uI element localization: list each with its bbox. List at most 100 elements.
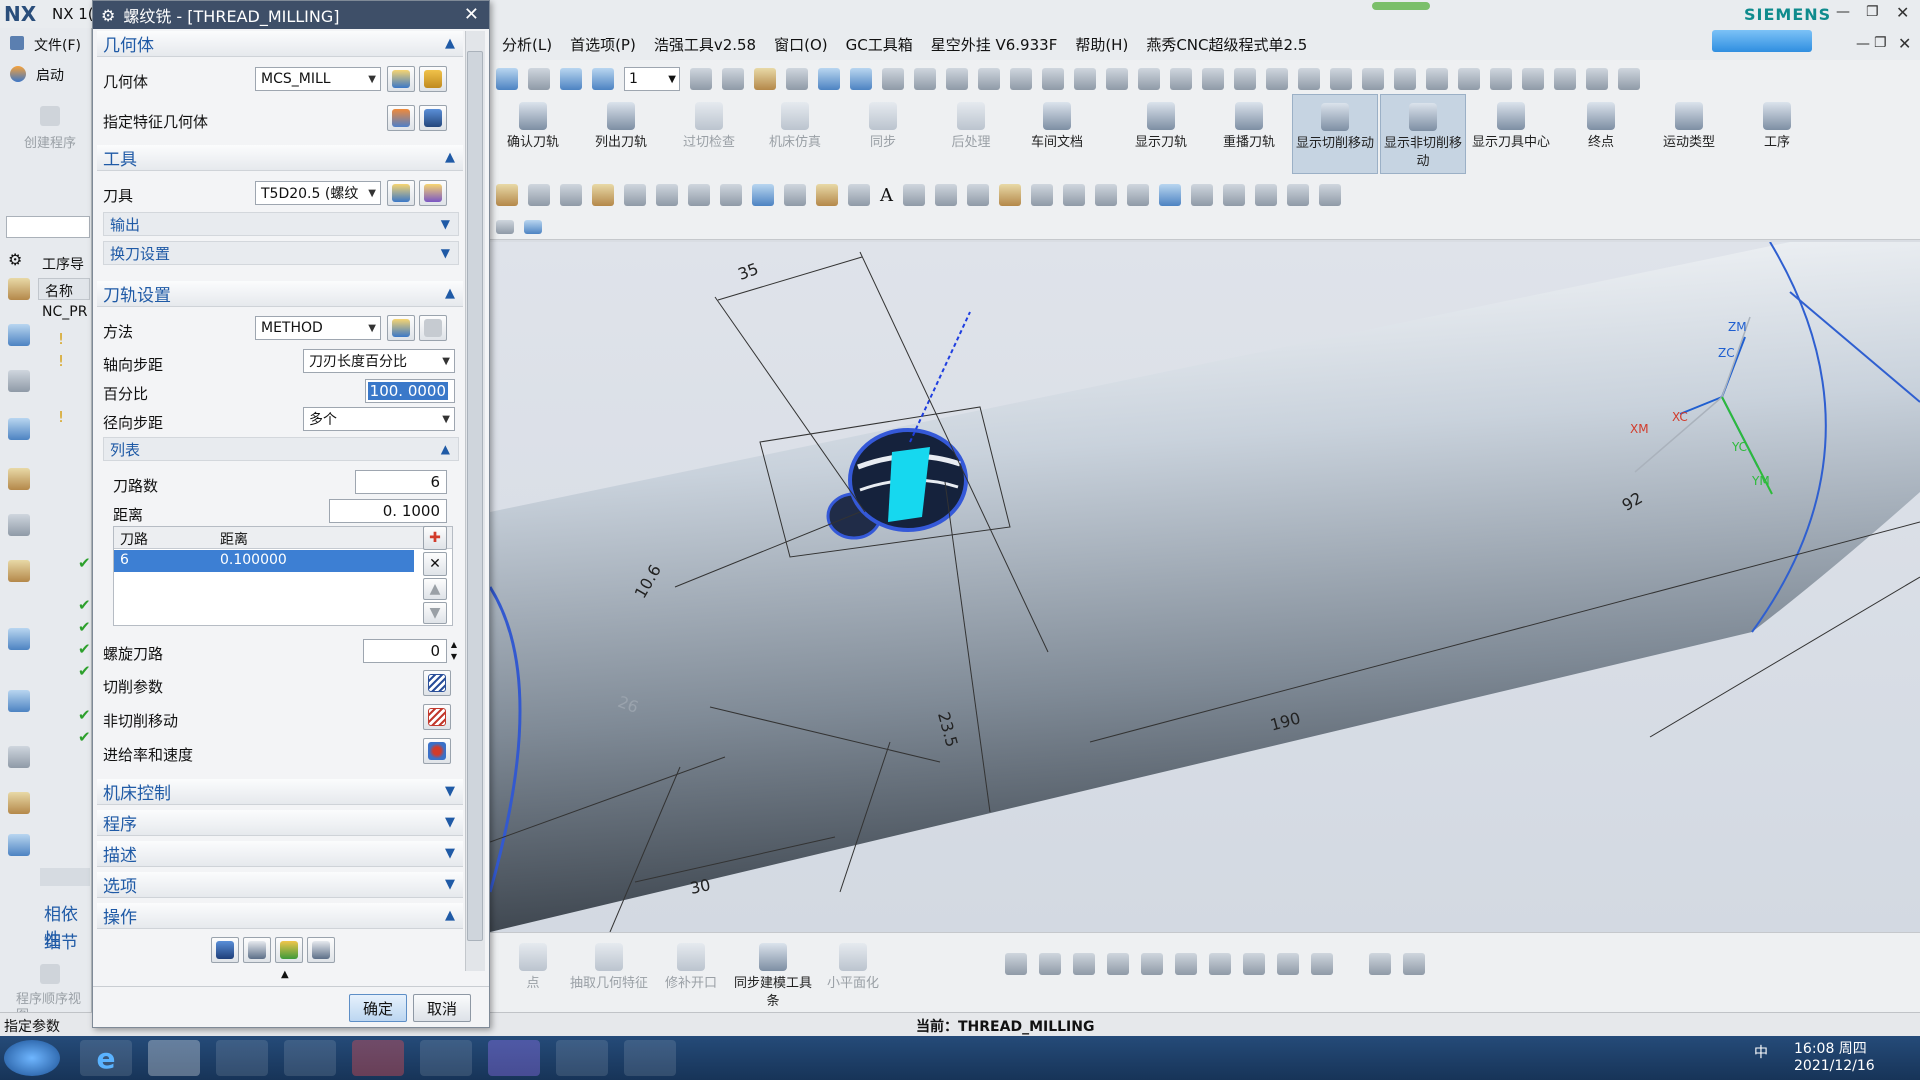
bottom-j-icon[interactable] [1311, 953, 1333, 975]
edit-tool-button[interactable] [419, 180, 447, 206]
row3-u-icon[interactable] [1191, 184, 1213, 206]
section-options[interactable]: 选项 ▼ [97, 872, 463, 898]
select-feature-button[interactable] [387, 105, 415, 131]
app-u-icon[interactable] [216, 1040, 268, 1076]
col-name[interactable]: 名称 [38, 278, 90, 300]
section-path-settings[interactable]: 刀轨设置 ▲ [97, 281, 463, 307]
nav-tool-icon[interactable] [8, 278, 30, 300]
row3-l-icon[interactable] [903, 184, 925, 206]
ime-indicator[interactable]: 中 [1754, 1042, 1768, 1062]
row3-c-icon[interactable] [592, 184, 614, 206]
nav-operation-icon[interactable] [8, 418, 30, 440]
radial-step-select[interactable]: 多个 ▼ [303, 407, 455, 431]
tool-change-subsection[interactable]: 换刀设置 ▼ [103, 241, 459, 265]
move-up-button[interactable]: ▲ [423, 578, 447, 600]
select-box-icon[interactable] [496, 220, 514, 234]
output-subsection[interactable]: 输出 ▼ [103, 212, 459, 236]
verify-button[interactable] [275, 937, 303, 963]
row3-o-icon[interactable] [999, 184, 1021, 206]
tool-s-icon[interactable] [1522, 68, 1544, 90]
app-bird-icon[interactable] [148, 1040, 200, 1076]
bottom-i-icon[interactable] [1277, 953, 1299, 975]
measure-icon[interactable] [786, 68, 808, 90]
start-button[interactable] [4, 1040, 60, 1076]
doc-restore-button[interactable]: ❐ [1874, 35, 1887, 51]
browser-icon[interactable] [556, 1040, 608, 1076]
ribbon-button[interactable]: 显示非切削移动 [1380, 94, 1466, 174]
nav-hscroll[interactable] [40, 868, 90, 886]
spiral-spinner[interactable]: ▲ ▼ [447, 639, 461, 663]
row3-k-icon[interactable] [848, 184, 870, 206]
nav-role-icon[interactable] [8, 628, 30, 650]
row3-v-icon[interactable] [1223, 184, 1245, 206]
ribbon-button[interactable]: 机床仿真 [752, 94, 838, 174]
tool-k-icon[interactable] [1266, 68, 1288, 90]
tool-b-icon[interactable] [978, 68, 1000, 90]
menu-item[interactable]: 浩强工具v2.58 [654, 34, 756, 55]
row3-s-icon[interactable] [1127, 184, 1149, 206]
bottom-b-icon[interactable] [1039, 953, 1061, 975]
dialog-titlebar[interactable]: ⚙ 螺纹铣 - [THREAD_MILLING] ✕ [93, 1, 489, 29]
tool-c-icon[interactable] [1010, 68, 1032, 90]
file-menu[interactable]: 文件(F) [34, 35, 81, 55]
row3-n-icon[interactable] [967, 184, 989, 206]
arrow-icon[interactable] [818, 68, 840, 90]
tool-g-icon[interactable] [1138, 68, 1160, 90]
nav-library-icon[interactable] [8, 468, 30, 490]
tool-v-icon[interactable] [1618, 68, 1640, 90]
row3-b-icon[interactable] [560, 184, 582, 206]
ribbon-button[interactable]: 显示刀具中心 [1468, 94, 1554, 174]
ie-icon[interactable]: e [80, 1040, 132, 1076]
tool-n-icon[interactable] [1362, 68, 1384, 90]
nav-web-icon[interactable] [8, 514, 30, 536]
minimize-button[interactable]: — [1836, 4, 1850, 20]
row3-w-icon[interactable] [1255, 184, 1277, 206]
graphics-viewport[interactable]: 35 10.6 26 23.5 190 30 92 ZM ZC XM XC YC YM [490, 242, 1920, 932]
row3-h-icon[interactable] [752, 184, 774, 206]
bottom-tool-button[interactable]: 同步建模工具条 [730, 935, 816, 1015]
collapse-arrow-icon[interactable]: ▲ [281, 969, 289, 980]
create-program-icon[interactable] [40, 106, 60, 126]
menu-item[interactable]: GC工具箱 [846, 34, 913, 55]
nav-part-icon[interactable] [8, 370, 30, 392]
table-row[interactable]: 6 0.100000 [114, 550, 414, 572]
row3-f-icon[interactable] [688, 184, 710, 206]
ok-button[interactable]: 确定 [349, 994, 407, 1022]
bottom-e-icon[interactable] [1141, 953, 1163, 975]
add-row-button[interactable]: ✚ [423, 526, 447, 550]
bottom-tool-button[interactable]: 抽取几何特征 [566, 935, 652, 1015]
tool-o-icon[interactable] [1394, 68, 1416, 90]
tool-i-icon[interactable] [1202, 68, 1224, 90]
tool-l-icon[interactable] [1298, 68, 1320, 90]
tool-d-icon[interactable] [1042, 68, 1064, 90]
section-operation[interactable]: 操作 ▲ [97, 903, 463, 929]
details-panel[interactable]: 细节 [44, 928, 78, 953]
menu-item[interactable]: 首选项(P) [570, 34, 636, 55]
section-geometry[interactable]: 几何体 ▲ [97, 31, 463, 57]
tool-h-icon[interactable] [1170, 68, 1192, 90]
row3-g-icon[interactable] [720, 184, 742, 206]
row3-p-icon[interactable] [1031, 184, 1053, 206]
row3-x-icon[interactable] [1287, 184, 1309, 206]
menu-item[interactable]: 分析(L) [502, 34, 552, 55]
ribbon-button[interactable]: 同步 [840, 94, 926, 174]
nav-chart-icon[interactable] [8, 560, 30, 582]
geometry-select[interactable]: MCS_MILL ▼ [255, 67, 381, 91]
nav-palette-icon[interactable] [8, 690, 30, 712]
gear-icon[interactable]: ⚙ [8, 250, 22, 269]
replay-button[interactable] [243, 937, 271, 963]
orient-icon[interactable] [560, 68, 582, 90]
bottom-tool-button[interactable]: 修补开口 [648, 935, 734, 1015]
row3-y-icon[interactable] [1319, 184, 1341, 206]
clock-date[interactable]: 2021/12/16 [1794, 1058, 1875, 1074]
nav-assembly-icon[interactable] [8, 324, 30, 346]
ribbon-button[interactable]: 终点 [1558, 94, 1644, 174]
doc-minimize-button[interactable]: — [1856, 36, 1870, 52]
ribbon-button[interactable]: 确认刀轨 [490, 94, 576, 174]
row3-e-icon[interactable] [656, 184, 678, 206]
ribbon-button[interactable]: 工序 [1734, 94, 1820, 174]
program-seq-icon[interactable] [40, 964, 60, 984]
tool-e-icon[interactable] [1074, 68, 1096, 90]
ribbon-button[interactable]: 列出刀轨 [578, 94, 664, 174]
terminal-icon[interactable] [420, 1040, 472, 1076]
